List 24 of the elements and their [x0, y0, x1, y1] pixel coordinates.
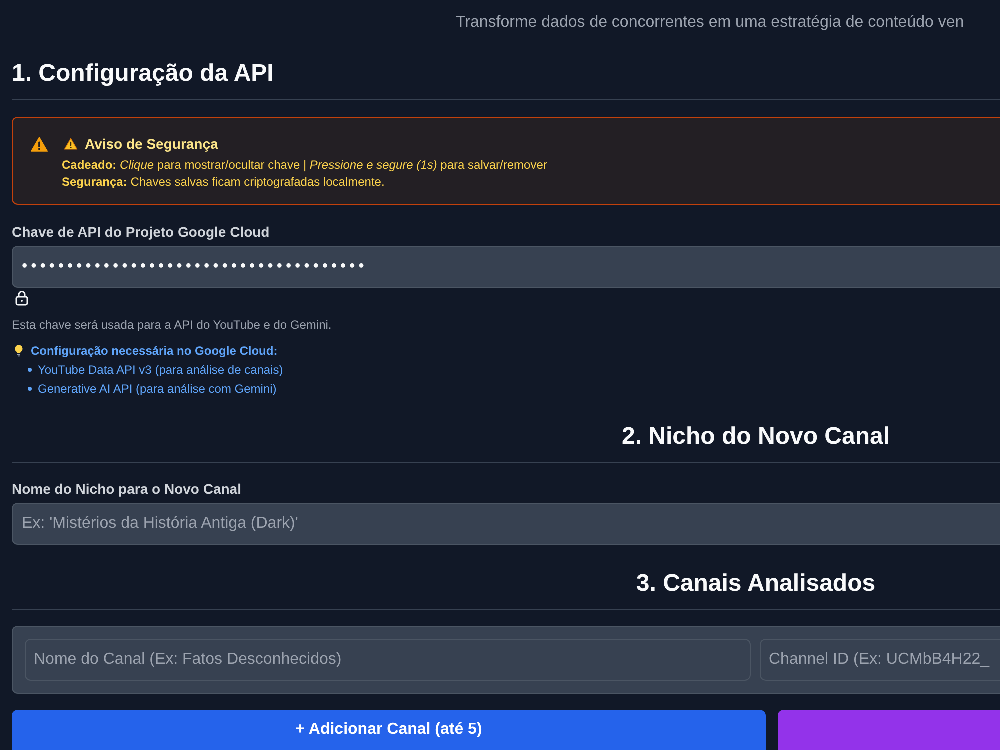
subtitle: Transforme dados de concorrentes em uma estratégia de conteúdo ven	[456, 14, 964, 31]
warning-icon	[31, 137, 48, 152]
alert-text: Cadeado: Clique para mostrar/ocultar chave | Pressione e segure (1s) para salvar/remover	[62, 157, 548, 174]
section-title: 2. Nicho do Novo Canal	[622, 422, 890, 452]
alert-title: Aviso de Segurança	[85, 135, 218, 154]
help-text: Esta chave será usada para a API do YouTube e do Gemini.	[12, 317, 332, 333]
lock-icon[interactable]	[14, 290, 30, 306]
bullet-icon	[28, 368, 32, 372]
warning-icon	[64, 138, 78, 150]
channel-id-input[interactable]: Channel ID (Ex: UCMbB4H22_	[760, 639, 1000, 681]
field-label: Nome do Nicho para o Novo Canal	[12, 480, 242, 498]
section-title: 1. Configuração da API	[12, 59, 274, 89]
bullet-icon	[28, 386, 32, 390]
channel-name-input[interactable]: Nome do Canal (Ex: Fatos Desconhecidos)	[25, 639, 751, 681]
add-channel-button[interactable]: + Adicionar Canal (até 5)	[12, 710, 766, 750]
section-title: 3. Canais Analisados	[636, 569, 876, 599]
niche-input[interactable]: Ex: 'Mistérios da História Antiga (Dark)'	[12, 503, 1000, 545]
alert-text: Segurança: Chaves salvas ficam criptografadas localmente.	[62, 174, 386, 191]
lightbulb-icon	[15, 344, 23, 356]
list-item: YouTube Data API v3 (para análise de canais)	[38, 362, 284, 376]
api-key-input[interactable]: ••••••••••••••••••••••••••••••••••••••	[12, 246, 1000, 288]
setup-title: Configuração necessária no Google Cloud:	[31, 344, 278, 358]
list-item: Generative AI API (para análise com Gemini)	[38, 382, 277, 396]
field-label: Chave de API do Projeto Google Cloud	[12, 223, 270, 241]
